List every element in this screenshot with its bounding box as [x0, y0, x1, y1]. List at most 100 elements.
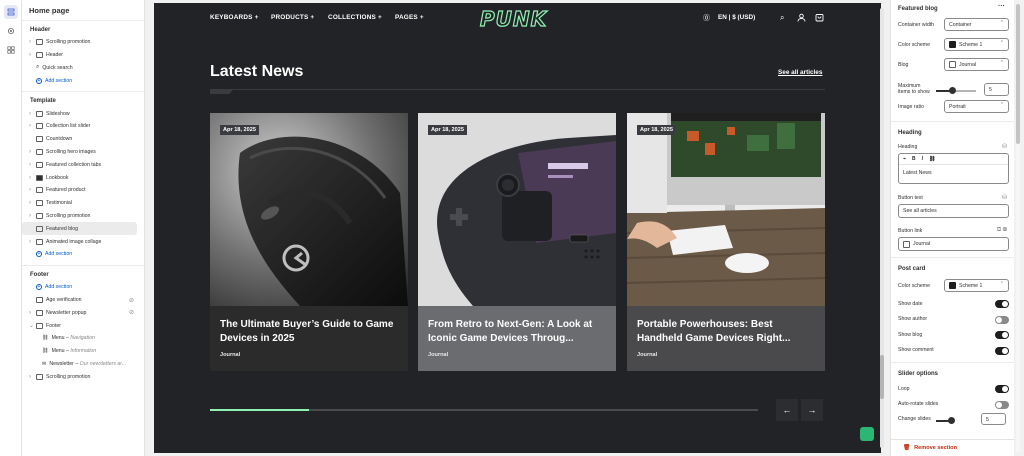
- blog-card[interactable]: Apr 18, 2025 The Ultimate Buyer’s Guide …: [210, 113, 408, 371]
- slider-progress: [210, 408, 758, 411]
- section-scrolling-hero-images[interactable]: › Scrolling hero images: [22, 146, 144, 159]
- scrollbar-thumb[interactable]: [1016, 4, 1020, 144]
- block-newsletter[interactable]: ✉ Newsletter – Our newsletters ar...: [22, 358, 144, 371]
- settings-title: Featured blog ···: [898, 3, 1005, 12]
- post-blog-tag[interactable]: Journal: [637, 352, 657, 358]
- nav-keyboards[interactable]: KEYBOARDS +: [210, 14, 259, 21]
- divider: [22, 91, 144, 93]
- section-footer[interactable]: ⌄ Footer: [22, 319, 144, 332]
- post-title[interactable]: Portable Powerhouses: Best Handheld Game…: [637, 318, 819, 345]
- section-scrolling-promotion[interactable]: › Scrolling promotion: [22, 36, 144, 49]
- external-link-icon[interactable]: ⧉ ⛁: [997, 227, 1007, 234]
- nav-collections[interactable]: COLLECTIONS +: [328, 14, 382, 21]
- bold-icon[interactable]: B: [912, 156, 916, 162]
- database-icon[interactable]: ⛁: [1002, 194, 1007, 201]
- card-image-mouse[interactable]: [210, 113, 408, 306]
- italic-icon[interactable]: I: [922, 156, 923, 162]
- button-text-input[interactable]: See all articles: [898, 204, 1009, 218]
- remove-section-button[interactable]: 🗑 Remove section: [891, 439, 1014, 456]
- arrow-left-icon: ←: [782, 405, 792, 415]
- heading-text-value[interactable]: Latest News: [899, 165, 1008, 176]
- settings-scrollbar[interactable]: [1016, 4, 1020, 452]
- section-quick-search[interactable]: ⌕ Quick search: [22, 62, 144, 75]
- section-testimonial[interactable]: › Testimonial: [22, 197, 144, 210]
- button-link-input[interactable]: Journal: [898, 237, 1009, 251]
- slider-options-label: Slider options: [898, 371, 939, 377]
- prev-arrow-button[interactable]: ←: [776, 399, 798, 421]
- hidden-eye-icon[interactable]: ⊘: [129, 297, 134, 304]
- sections-icon[interactable]: [3, 5, 18, 19]
- range-knob[interactable]: [949, 87, 956, 94]
- post-title[interactable]: The Ultimate Buyer’s Guide to Game Devic…: [220, 318, 402, 345]
- group-header-label: Header: [30, 27, 51, 33]
- post-blog-tag[interactable]: Journal: [428, 352, 448, 358]
- blog-row: Blog Journal: [891, 55, 1014, 75]
- nav-products[interactable]: PRODUCTS +: [271, 14, 314, 21]
- scrollbar-thumb[interactable]: [880, 355, 884, 399]
- show-comment-toggle[interactable]: [995, 346, 1009, 355]
- account-icon[interactable]: [797, 13, 806, 24]
- chevron-right-icon: ›: [29, 148, 31, 155]
- add-section-template[interactable]: + Add section: [22, 248, 144, 261]
- next-arrow-button[interactable]: →: [801, 399, 823, 421]
- show-author-toggle[interactable]: [995, 315, 1009, 324]
- store-logo[interactable]: PUNK: [479, 6, 547, 31]
- link-icon: ⛓: [42, 335, 49, 342]
- max-items-input[interactable]: 5: [984, 83, 1009, 96]
- apps-icon[interactable]: [4, 43, 18, 57]
- auto-rotate-toggle[interactable]: [995, 400, 1009, 409]
- chat-widget-icon[interactable]: [860, 427, 874, 441]
- add-section-footer[interactable]: + Add section: [22, 281, 144, 294]
- section-age-verification[interactable]: Age verification ⊘: [22, 294, 144, 307]
- color-scheme-select[interactable]: Scheme 1: [944, 38, 1009, 51]
- blog-card[interactable]: Apr 18, 2025 From Retro to Next-Gen: A L…: [418, 113, 616, 371]
- section-collection-list-slider[interactable]: › Collection list slider: [22, 120, 144, 133]
- post-color-scheme-select[interactable]: Scheme 1: [944, 279, 1009, 292]
- section-countdown[interactable]: Countdown: [22, 133, 144, 146]
- blog-select[interactable]: Journal: [944, 58, 1009, 71]
- card-image-desk[interactable]: [627, 113, 825, 306]
- container-width-select[interactable]: Container: [944, 18, 1009, 31]
- section-animated-image-collage[interactable]: › Animated image collage: [22, 235, 144, 248]
- section-slideshow[interactable]: › Slideshow: [22, 107, 144, 120]
- section-featured-product[interactable]: › Featured product: [22, 184, 144, 197]
- block-menu-information[interactable]: ⛓ Menu – Information: [22, 345, 144, 358]
- sections-panel: Home page Header › Scrolling promotion › H…: [22, 0, 145, 456]
- search-icon[interactable]: ⌕: [780, 13, 784, 23]
- card-image-handheld[interactable]: [418, 113, 616, 306]
- post-title[interactable]: From Retro to Next-Gen: A Look at Iconic…: [428, 318, 610, 345]
- image-ratio-select[interactable]: Portrait: [944, 100, 1009, 113]
- settings-icon[interactable]: [4, 24, 18, 38]
- heading-richtext[interactable]: ⌁ B I ⛓ Latest News: [898, 153, 1009, 184]
- section-scrolling-promotion-2[interactable]: › Scrolling promotion: [22, 210, 144, 223]
- divider: [891, 257, 1014, 258]
- locale-selector[interactable]: EN | $ (USD): [718, 14, 755, 21]
- show-date-toggle[interactable]: [995, 300, 1009, 308]
- post-blog-tag[interactable]: Journal: [220, 352, 240, 358]
- section-featured-blog[interactable]: Featured blog: [22, 222, 137, 236]
- post-date: Apr 18, 2025: [220, 125, 259, 135]
- show-blog-toggle[interactable]: [995, 331, 1009, 339]
- more-icon[interactable]: ···: [998, 3, 1005, 10]
- add-section-header[interactable]: + Add section: [22, 74, 144, 87]
- loop-toggle[interactable]: [995, 385, 1009, 393]
- heading-divider-accent: [210, 89, 234, 94]
- preview-scrollbar[interactable]: [880, 8, 884, 448]
- block-menu-navigation[interactable]: ⛓ Menu – Navigation: [22, 332, 144, 345]
- section-scrolling-promotion-footer[interactable]: › Scrolling promotion: [22, 370, 144, 383]
- range-knob[interactable]: [948, 417, 955, 424]
- format-icon[interactable]: ⌁: [903, 156, 906, 162]
- chevron-right-icon: ›: [29, 187, 31, 194]
- link-icon[interactable]: ⛓: [929, 156, 935, 162]
- nav-pages[interactable]: PAGES +: [395, 14, 424, 21]
- database-icon[interactable]: ⛁: [1002, 143, 1007, 150]
- change-slides-input[interactable]: 5: [981, 413, 1006, 425]
- blog-card[interactable]: Apr 18, 2025 Portable Powerhouses: Best …: [627, 113, 825, 371]
- cart-icon[interactable]: [815, 13, 824, 24]
- section-newsletter-popup[interactable]: › Newsletter popup ⊘: [22, 306, 144, 319]
- section-featured-collection-tabs[interactable]: › Featured collection tabs: [22, 158, 144, 171]
- see-all-link[interactable]: See all articles: [778, 69, 822, 76]
- hidden-eye-icon[interactable]: ⊘: [129, 309, 134, 316]
- section-header[interactable]: › Header: [22, 49, 144, 62]
- section-lookbook[interactable]: › Lookbook: [22, 171, 144, 184]
